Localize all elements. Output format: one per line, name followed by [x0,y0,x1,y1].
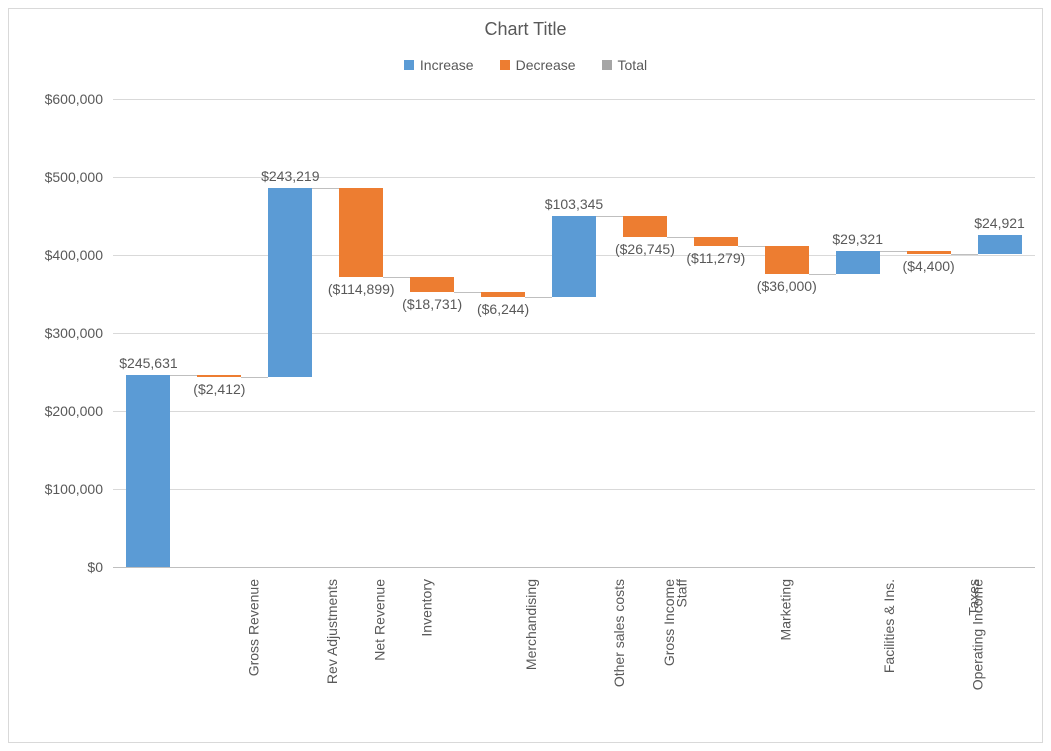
bar-decrease [623,216,667,237]
y-tick-label: $300,000 [21,325,103,341]
x-tick-label: Rev Adjustments [324,579,340,684]
bar-decrease [694,237,738,246]
y-tick-label: $400,000 [21,247,103,263]
bar-decrease [907,251,951,254]
y-tick-label: $600,000 [21,91,103,107]
gridline [113,333,1035,334]
bar-decrease [339,188,383,278]
y-tick-label: $500,000 [21,169,103,185]
bar-increase [268,188,312,378]
legend-label: Increase [420,57,474,73]
bar-decrease [410,277,454,292]
connector-line [738,246,765,247]
x-tick-label: Staff [673,579,689,608]
data-label: ($114,899) [316,281,406,297]
connector-line [667,237,694,238]
connector-line [525,297,552,298]
x-tick-label: Taxes [965,579,981,616]
legend-label: Decrease [516,57,576,73]
x-tick-label: Gross Revenue [246,579,262,676]
y-tick-label: $100,000 [21,481,103,497]
legend-item-increase: Increase [404,57,474,73]
square-icon [500,60,510,70]
connector-line [596,216,623,217]
data-label: ($36,000) [742,278,832,294]
bar-increase [836,251,880,274]
data-label: $245,631 [103,355,193,371]
data-label: $24,921 [955,215,1045,231]
connector-line [170,375,197,376]
data-label: ($2,412) [174,381,264,397]
data-label: $29,321 [813,231,903,247]
chart-title: Chart Title [9,19,1042,40]
bar-increase [552,216,596,297]
connector-line [312,188,339,189]
legend-label: Total [618,57,648,73]
legend: Increase Decrease Total [9,57,1042,73]
gridline [113,489,1035,490]
chart-container: Chart Title Increase Decrease Total $245… [8,8,1043,743]
gridline [113,411,1035,412]
data-label: ($4,400) [884,258,974,274]
bar-decrease [197,375,241,377]
square-icon [602,60,612,70]
bar-increase [978,235,1022,254]
data-label: ($11,279) [671,250,761,266]
connector-line [241,377,268,378]
x-tick-label: Other sales costs [611,579,627,687]
connector-line [454,292,481,293]
legend-item-decrease: Decrease [500,57,576,73]
x-tick-label: Merchandising [523,579,539,670]
connector-line [951,254,978,255]
x-tick-label: Inventory [419,579,435,637]
connector-line [383,277,410,278]
connector-line [880,251,907,252]
bar-decrease [765,246,809,274]
square-icon [404,60,414,70]
legend-item-total: Total [602,57,648,73]
bar-decrease [481,292,525,297]
plot-area: $245,631($2,412)$243,219($114,899)($18,7… [113,99,1035,567]
connector-line [809,274,836,275]
x-tick-label: Facilities & Ins. [881,579,897,673]
y-tick-label: $0 [21,559,103,575]
data-label: ($6,244) [458,301,548,317]
data-label: $103,345 [529,196,619,212]
gridline [113,99,1035,100]
x-tick-label: Net Revenue [372,579,388,661]
x-tick-label: Marketing [777,579,793,640]
data-label: $243,219 [245,168,335,184]
bar-increase [126,375,170,567]
y-tick-label: $200,000 [21,403,103,419]
